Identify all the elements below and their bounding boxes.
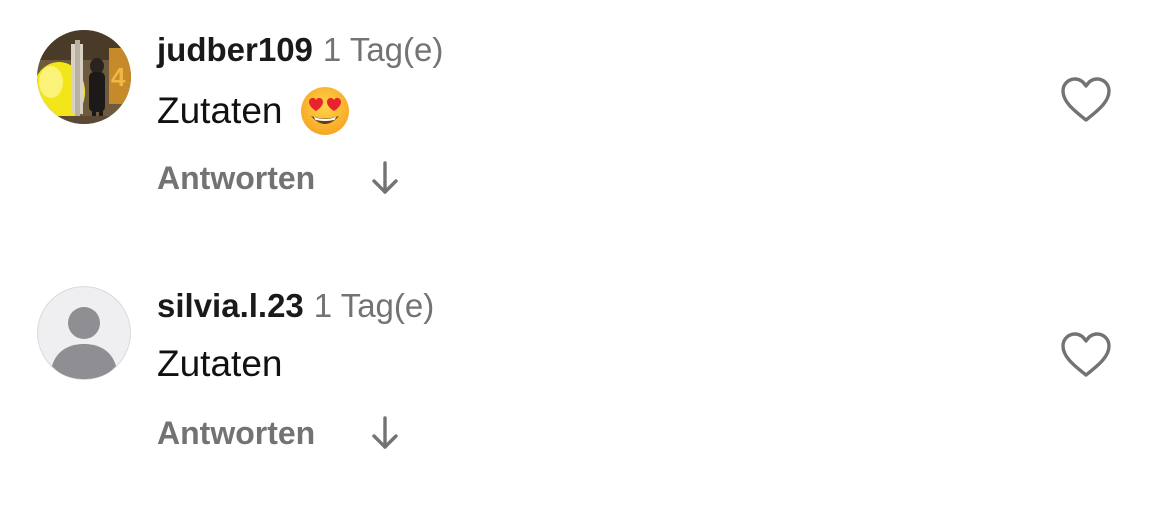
default-avatar-icon <box>37 286 131 380</box>
svg-text:4: 4 <box>111 62 126 92</box>
comment-body: Zutaten <box>157 341 282 387</box>
avatar-photo: 4 <box>37 30 131 124</box>
heart-outline-icon[interactable] <box>1060 76 1112 124</box>
comment-text: Zutaten <box>157 343 283 384</box>
avatar[interactable] <box>37 286 131 380</box>
comment-header: judber109 1 Tag(e) <box>157 30 443 70</box>
reply-row: Antworten <box>157 157 399 199</box>
reply-button[interactable]: Antworten <box>157 415 315 452</box>
heart-outline-icon[interactable] <box>1060 331 1112 379</box>
comment-body: Zutaten <box>157 86 350 136</box>
heart-eyes-emoji-icon <box>301 87 350 135</box>
arrow-down-icon[interactable] <box>371 414 399 452</box>
arrow-down-icon[interactable] <box>371 159 399 197</box>
reply-row: Antworten <box>157 412 399 454</box>
comment-item: silvia.l.23 1 Tag(e) Zutaten Antworten <box>0 255 1170 510</box>
comment-text: Zutaten <box>157 90 283 131</box>
timestamp: 1 Tag(e) <box>322 31 444 68</box>
username[interactable]: judber109 <box>157 31 313 68</box>
comment-item: 4 judber109 1 Tag(e) Zutaten Antworten <box>0 0 1170 255</box>
reply-button[interactable]: Antworten <box>157 160 315 197</box>
username[interactable]: silvia.l.23 <box>157 287 304 324</box>
comment-header: silvia.l.23 1 Tag(e) <box>157 286 434 326</box>
timestamp: 1 Tag(e) <box>313 287 435 324</box>
avatar[interactable]: 4 <box>37 30 131 124</box>
